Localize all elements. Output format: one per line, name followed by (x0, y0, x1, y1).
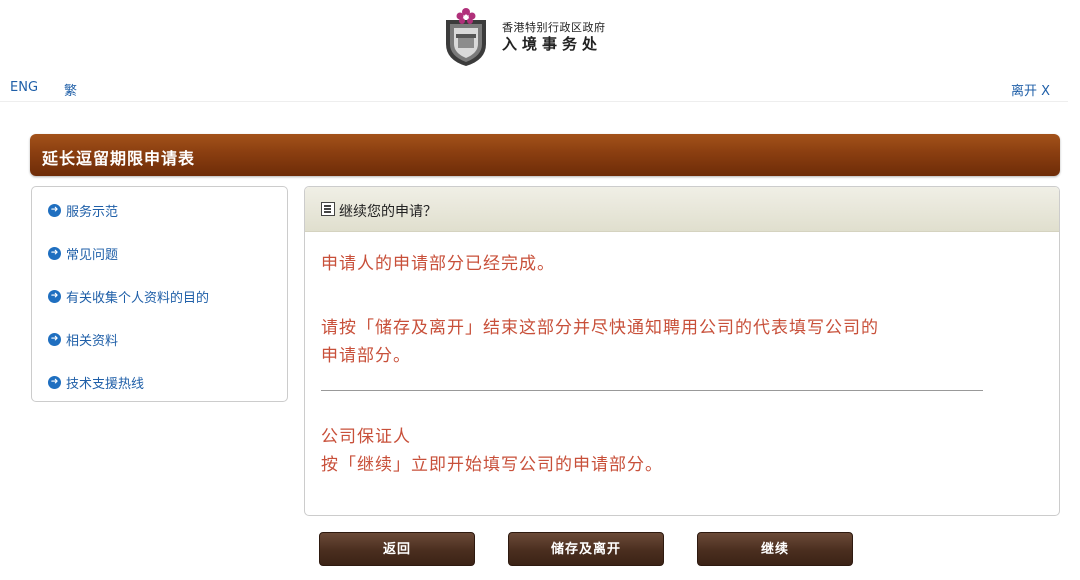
immigration-logo: 香港特别行政区政府 入境事务处 (438, 6, 606, 68)
sidebar-item-label: 有关收集个人资料的目的 (66, 291, 210, 306)
message-text: 申请部分。 (321, 346, 411, 366)
lang-traditional-link[interactable]: 繁 (64, 80, 77, 99)
sidebar-item-related-info[interactable]: ➜ 相关资料 (48, 330, 118, 349)
sidebar-item-tech-support[interactable]: ➜ 技术支援热线 (48, 373, 144, 392)
message-text: 按「继续」立即开始填写公司的申请部分。 (321, 455, 663, 475)
arrow-right-circle-icon: ➜ (48, 204, 61, 217)
arrow-right-circle-icon: ➜ (48, 333, 61, 346)
sidebar-item-label: 服务示范 (66, 205, 119, 220)
applicant-complete-message: 申请人的申请部分已经完成。 (321, 250, 555, 278)
arrow-right-circle-icon: ➜ (48, 290, 61, 303)
language-bar: ENG 繁 离开 X (0, 78, 1068, 102)
sidebar-item-service-demo[interactable]: ➜ 服务示范 (48, 201, 118, 220)
exit-link[interactable]: 离开 X (1011, 80, 1050, 99)
back-button[interactable]: 返回 (319, 532, 475, 566)
bauhinia-emblem-icon (446, 8, 486, 66)
company-guarantor-instruction: 公司保证人 按「继续」立即开始填写公司的申请部分。 (321, 423, 663, 479)
continue-application-panel: 继续您的申请？ 申请人的申请部分已经完成。 请按「储存及离开」结束这部分并尽快通… (304, 186, 1060, 516)
document-list-icon (321, 202, 335, 216)
sidebar-item-label: 技术支援热线 (66, 377, 145, 392)
sidebar-item-personal-data-purpose[interactable]: ➜ 有关收集个人资料的目的 (48, 287, 209, 306)
lang-english-link[interactable]: ENG (10, 80, 38, 95)
panel-header: 继续您的申请？ (305, 187, 1059, 232)
divider (321, 390, 983, 391)
form-title: 延长逗留期限申请表 (42, 149, 196, 168)
sidebar-item-label: 常见问题 (66, 248, 119, 263)
department-name: 香港特别行政区政府 入境事务处 (502, 21, 606, 53)
sidebar-item-label: 相关资料 (66, 334, 119, 349)
arrow-right-circle-icon: ➜ (48, 247, 61, 260)
sidebar-item-faq[interactable]: ➜ 常见问题 (48, 244, 118, 263)
message-text: 请按「储存及离开」结束这部分并尽快通知聘用公司的代表填写公司的 (321, 318, 879, 338)
message-text: 申请人的申请部分已经完成。 (321, 254, 555, 274)
form-title-bar: 延长逗留期限申请表 (30, 134, 1060, 176)
save-exit-instruction: 请按「储存及离开」结束这部分并尽快通知聘用公司的代表填写公司的 申请部分。 (321, 314, 879, 370)
panel-title: 继续您的申请？ (339, 204, 437, 220)
continue-button[interactable]: 继续 (697, 532, 853, 566)
department-title: 入境事务处 (502, 35, 603, 53)
sidebar: ➜ 服务示范 ➜ 常见问题 ➜ 有关收集个人资料的目的 ➜ 相关资料 ➜ 技术支… (31, 186, 288, 402)
arrow-right-circle-icon: ➜ (48, 376, 61, 389)
save-and-exit-button[interactable]: 储存及离开 (508, 532, 664, 566)
message-text: 公司保证人 (321, 427, 411, 447)
government-name: 香港特别行政区政府 (502, 21, 606, 34)
